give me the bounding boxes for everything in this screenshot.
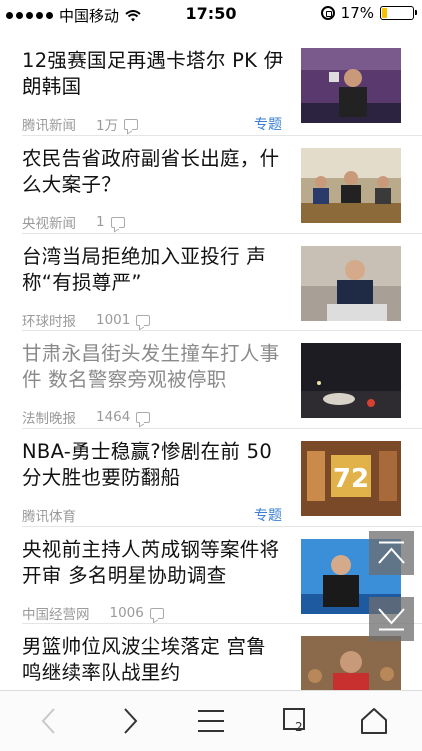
forward-button[interactable] bbox=[101, 691, 161, 751]
topic-tag[interactable]: 专题 bbox=[254, 114, 282, 134]
news-meta: 腾讯体育 bbox=[22, 505, 76, 525]
comment-icon bbox=[110, 216, 125, 228]
news-thumbnail[interactable] bbox=[301, 636, 401, 690]
tabs-button[interactable]: 2 bbox=[262, 691, 322, 751]
news-title[interactable]: 12强赛国足再遇卡塔尔 PK 伊朗韩国 bbox=[22, 48, 284, 100]
comment-count: 1 bbox=[96, 214, 105, 230]
news-item[interactable]: NBA-勇士稳赢?惨剧在前 50分大胜也要防翻船 腾讯体育 专题 72 bbox=[0, 429, 422, 526]
news-thumbnail[interactable]: 72 bbox=[301, 441, 401, 516]
home-button[interactable] bbox=[344, 691, 404, 751]
battery-fill bbox=[382, 8, 387, 18]
tab-count: 2 bbox=[295, 720, 303, 734]
news-meta: 法制晚报 1464 bbox=[22, 407, 151, 427]
comment-count: 1006 bbox=[109, 605, 144, 621]
status-right: 17% bbox=[320, 4, 417, 22]
news-source: 中国经营网 bbox=[22, 607, 90, 623]
news-source: 央视新闻 bbox=[22, 216, 76, 232]
news-item[interactable]: 12强赛国足再遇卡塔尔 PK 伊朗韩国 腾讯新闻 1万 专题 bbox=[0, 36, 422, 136]
news-thumbnail[interactable] bbox=[301, 246, 401, 321]
news-title[interactable]: 男篮帅位风波尘埃落定 宫鲁鸣继续率队战里约 bbox=[22, 634, 284, 686]
comment-icon bbox=[124, 118, 139, 130]
scroll-top-button[interactable] bbox=[369, 531, 414, 575]
forward-icon bbox=[124, 708, 138, 734]
news-title[interactable]: 甘肃永昌街头发生撞车打人事件 数名警察旁观被停职 bbox=[22, 341, 284, 393]
scroll-down-icon bbox=[378, 608, 405, 631]
menu-button[interactable] bbox=[181, 691, 241, 751]
news-meta: 央视新闻 1 bbox=[22, 212, 125, 232]
svg-text:72: 72 bbox=[333, 464, 369, 494]
news-item[interactable]: 农民告省政府副省长出庭，什么大案子？ 央视新闻 1 bbox=[0, 136, 422, 233]
home-icon bbox=[361, 708, 387, 734]
battery-percent: 17% bbox=[340, 4, 374, 22]
news-meta: 腾讯新闻 1万 bbox=[22, 114, 139, 134]
rotation-lock-icon bbox=[320, 6, 335, 20]
back-icon bbox=[41, 708, 55, 734]
scroll-top-icon bbox=[378, 541, 405, 564]
comment-count: 1万 bbox=[96, 118, 119, 134]
news-item[interactable]: 央视前主持人芮成钢等案件将开审 多名明星协助调查 中国经营网 1006 bbox=[0, 527, 422, 624]
bottom-toolbar: 2 bbox=[0, 690, 422, 751]
scroll-down-button[interactable] bbox=[369, 597, 414, 641]
news-thumbnail[interactable] bbox=[301, 148, 401, 223]
comment-icon bbox=[149, 607, 164, 619]
news-title[interactable]: 央视前主持人芮成钢等案件将开审 多名明星协助调查 bbox=[22, 537, 284, 589]
news-item[interactable]: 甘肃永昌街头发生撞车打人事件 数名警察旁观被停职 法制晚报 1464 bbox=[0, 331, 422, 428]
news-source: 法制晚报 bbox=[22, 411, 76, 427]
comment-icon bbox=[136, 411, 151, 423]
comment-count: 1464 bbox=[96, 409, 131, 425]
status-bar: 中国移动 17:50 17% bbox=[0, 0, 422, 28]
news-source: 环球时报 bbox=[22, 314, 76, 330]
comment-count: 1001 bbox=[96, 312, 131, 328]
back-button[interactable] bbox=[18, 691, 78, 751]
news-meta: 环球时报 1001 bbox=[22, 310, 151, 330]
news-source: 腾讯体育 bbox=[22, 509, 76, 525]
news-thumbnail[interactable] bbox=[301, 343, 401, 418]
battery-icon bbox=[380, 6, 417, 20]
menu-icon bbox=[198, 710, 224, 732]
topic-tag[interactable]: 专题 bbox=[254, 505, 282, 525]
news-title[interactable]: 台湾当局拒绝加入亚投行 声称“有损尊严” bbox=[22, 244, 284, 296]
news-thumbnail[interactable] bbox=[301, 48, 401, 123]
news-meta: 中国经营网 1006 bbox=[22, 603, 164, 623]
news-title[interactable]: NBA-勇士稳赢?惨剧在前 50分大胜也要防翻船 bbox=[22, 439, 284, 491]
comment-icon bbox=[136, 314, 151, 326]
news-title[interactable]: 农民告省政府副省长出庭，什么大案子？ bbox=[22, 146, 284, 198]
news-item[interactable]: 男篮帅位风波尘埃落定 宫鲁鸣继续率队战里约 bbox=[0, 624, 422, 690]
news-item[interactable]: 台湾当局拒绝加入亚投行 声称“有损尊严” 环球时报 1001 bbox=[0, 234, 422, 331]
news-source: 腾讯新闻 bbox=[22, 118, 76, 134]
